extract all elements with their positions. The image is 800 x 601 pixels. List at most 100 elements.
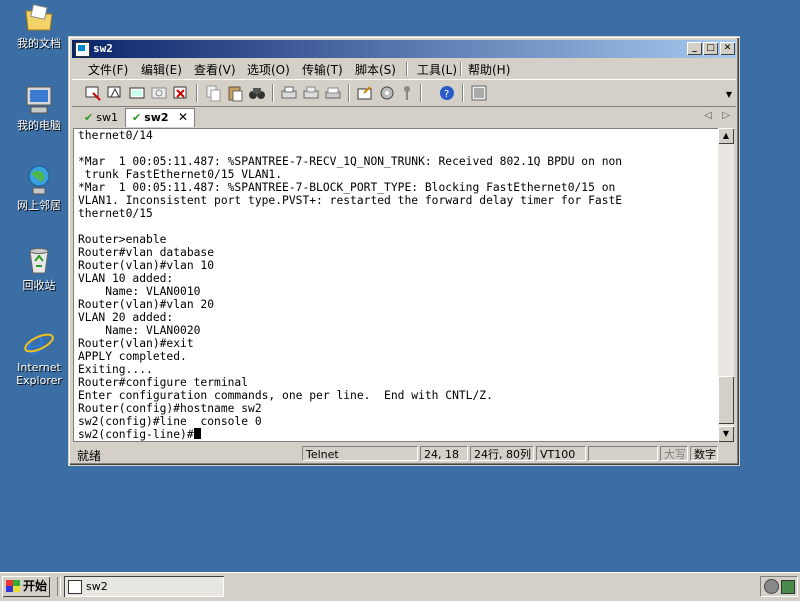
find-icon[interactable]	[248, 84, 266, 102]
maximize-button[interactable]: □	[703, 42, 718, 55]
status-protocol: Telnet	[302, 446, 418, 461]
terminal-line: VLAN1. Inconsistent port type.PVST+: res…	[78, 194, 623, 207]
session-options-icon[interactable]	[356, 84, 374, 102]
menu-bar: 文件(F) 编辑(E) 查看(V) 选项(O) 传输(T) 脚本(S) 工具(L…	[72, 59, 736, 78]
terminal-line: VLAN 20 added:	[78, 311, 174, 324]
menu-tools[interactable]: 工具(L)	[417, 61, 457, 78]
scroll-thumb[interactable]	[718, 376, 734, 424]
tab-sw2[interactable]: ✔ sw2 ✕	[125, 108, 195, 127]
my-documents-icon	[23, 2, 55, 34]
terminal-line: Router#vlan database	[78, 246, 215, 259]
key-icon[interactable]	[398, 84, 416, 102]
reconnect-icon[interactable]	[150, 84, 168, 102]
desktop-icon-label: 网上邻居	[17, 199, 61, 212]
terminal-screen[interactable]: thernet0/14 *Mar 1 00:05:11.487: %SPANTR…	[73, 128, 720, 442]
tab-sw1[interactable]: ✔ sw1	[78, 109, 126, 126]
vertical-scrollbar[interactable]: ▲ ▼	[718, 128, 734, 442]
status-bar: 就绪 Telnet 24, 18 24行, 80列 VT100 大写 数字	[72, 445, 736, 463]
volume-icon[interactable]	[781, 580, 795, 594]
desktop-icon-label: Internet Explorer	[16, 361, 62, 387]
start-label: 开始	[23, 579, 48, 593]
desktop-icon-label: 我的电脑	[17, 119, 61, 132]
disconnect-icon[interactable]	[172, 84, 190, 102]
menu-separator	[406, 62, 408, 76]
recycle-bin-icon	[23, 244, 55, 276]
toolbar-overflow-icon[interactable]: ▼	[726, 90, 732, 99]
connect-tab-icon[interactable]	[128, 84, 146, 102]
screen-icon[interactable]	[470, 84, 488, 102]
status-ready: 就绪	[77, 449, 102, 463]
terminal-line: thernet0/15	[78, 207, 153, 220]
securecrt-window: sw2 _ □ ✕ 文件(F) 编辑(E) 查看(V) 选项(O) 传输(T) …	[68, 36, 740, 466]
terminal-line: thernet0/14	[78, 129, 153, 142]
toolbar-separator	[272, 84, 274, 102]
help-icon[interactable]: ?	[438, 84, 456, 102]
network-status-icon[interactable]	[764, 579, 779, 594]
printer-icon[interactable]	[324, 84, 342, 102]
desktop-icon-internet-explorer[interactable]: e Internet Explorer	[6, 324, 72, 387]
tab-close-icon[interactable]: ✕	[178, 109, 188, 126]
system-tray	[760, 576, 798, 597]
menu-separator	[460, 62, 462, 76]
menu-edit[interactable]: 编辑(E)	[141, 61, 182, 78]
tab-scroll-right-icon[interactable]: ▷	[722, 110, 730, 121]
menu-file[interactable]: 文件(F)	[88, 61, 128, 78]
terminal-line: Exiting....	[78, 363, 153, 376]
menu-script[interactable]: 脚本(S)	[355, 61, 396, 78]
toolbar-separator	[348, 84, 350, 102]
print-selection-icon[interactable]	[302, 84, 320, 102]
menu-transfer[interactable]: 传输(T)	[302, 61, 343, 78]
print-icon[interactable]	[280, 84, 298, 102]
toolbar-separator	[196, 84, 198, 102]
internet-explorer-icon: e	[23, 324, 55, 362]
title-bar[interactable]: sw2 _ □ ✕	[72, 40, 736, 58]
desktop-icon-label: 回收站	[22, 279, 56, 292]
copy-icon[interactable]	[204, 84, 222, 102]
terminal-line: Router(vlan)#vlan 10	[78, 259, 215, 272]
toolbar-separator	[462, 84, 464, 102]
quick-connect-icon[interactable]	[106, 84, 124, 102]
toolbar-separator	[420, 84, 422, 102]
taskbar: 开始 sw2	[0, 572, 800, 601]
taskbar-separator	[57, 577, 61, 596]
securecrt-icon	[68, 580, 82, 594]
terminal-line: *Mar 1 00:05:11.487: %SPANTREE-7-RECV_1Q…	[78, 155, 623, 168]
scroll-down-icon[interactable]: ▼	[718, 426, 734, 442]
desktop-icon-network-places[interactable]: 网上邻居	[6, 164, 72, 212]
scroll-up-icon[interactable]: ▲	[718, 128, 734, 144]
terminal-line: VLAN 10 added:	[78, 272, 174, 285]
minimize-button[interactable]: _	[687, 42, 702, 55]
desktop-icon-my-computer[interactable]: 我的电脑	[6, 84, 72, 132]
desktop-icon-recycle-bin[interactable]: 回收站	[6, 244, 72, 292]
terminal-line: Enter configuration commands, one per li…	[78, 389, 493, 402]
tab-label: sw2	[144, 111, 169, 124]
menu-help[interactable]: 帮助(H)	[468, 61, 510, 78]
window-title: sw2	[93, 42, 113, 55]
connected-check-icon: ✔	[132, 111, 142, 124]
paste-icon[interactable]	[226, 84, 244, 102]
taskbar-button-label: sw2	[86, 580, 108, 593]
menu-view[interactable]: 查看(V)	[194, 61, 236, 78]
terminal-line: Router>enable	[78, 233, 167, 246]
terminal-output: thernet0/14 *Mar 1 00:05:11.487: %SPANTR…	[78, 129, 622, 441]
status-caps-lock: 大写	[660, 446, 688, 461]
global-options-icon[interactable]	[378, 84, 396, 102]
start-button[interactable]: 开始	[2, 576, 50, 597]
session-tabs: ✔ sw1 ✔ sw2 ✕ ◁ ▷	[72, 107, 736, 127]
svg-text:?: ?	[444, 89, 449, 100]
status-emulation: VT100	[536, 446, 586, 461]
terminal-line: Router#configure terminal	[78, 376, 249, 389]
close-button[interactable]: ✕	[720, 42, 735, 55]
terminal-cursor	[193, 428, 201, 439]
terminal-line: Name: VLAN0010	[78, 285, 201, 298]
tab-scroll-left-icon[interactable]: ◁	[704, 110, 712, 121]
terminal-line: APPLY completed.	[78, 350, 187, 363]
windows-flag-icon	[6, 580, 20, 592]
taskbar-button-sw2[interactable]: sw2	[64, 576, 224, 597]
status-cursor-position: 24, 18	[420, 446, 468, 461]
toolbar: ? ▼	[72, 79, 736, 107]
menu-options[interactable]: 选项(O)	[247, 61, 290, 78]
desktop-icon-my-documents[interactable]: 我的文档	[6, 2, 72, 50]
tab-label: sw1	[96, 111, 118, 124]
connect-icon[interactable]	[84, 84, 102, 102]
